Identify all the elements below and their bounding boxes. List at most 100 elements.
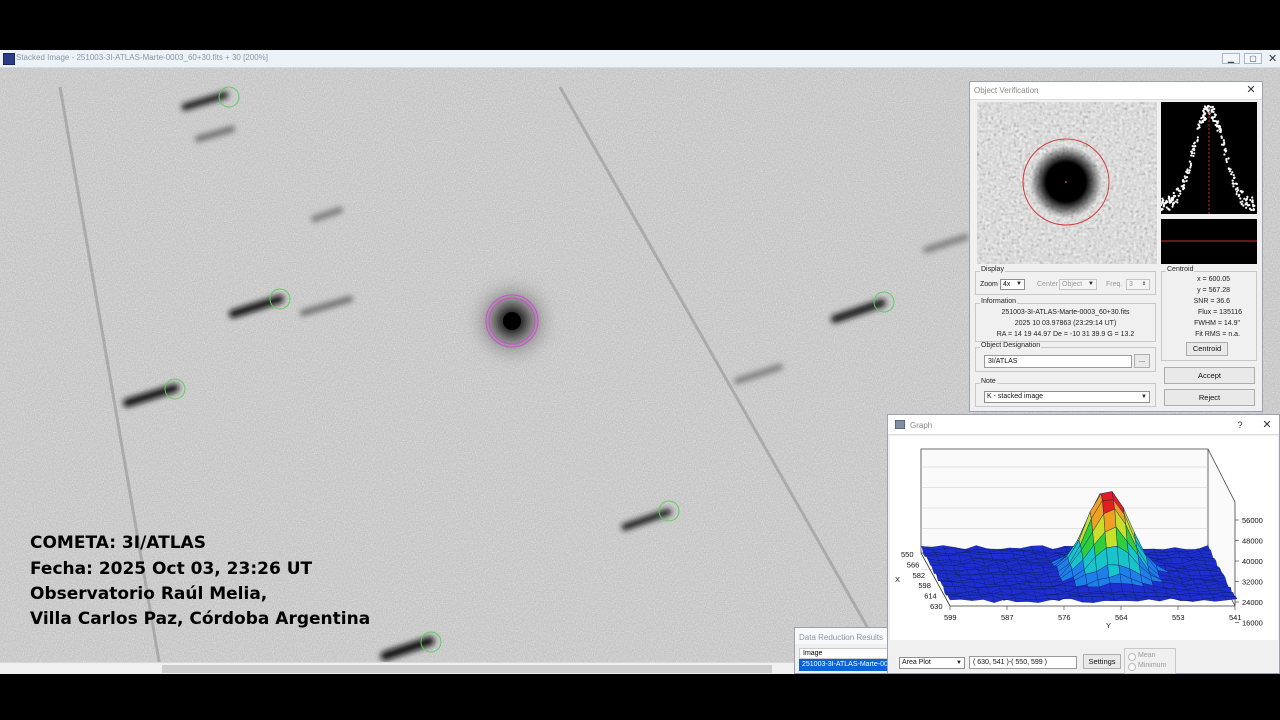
- z-tick-label: 48000: [1242, 537, 1263, 546]
- display-label: Display: [980, 266, 1005, 273]
- x-axis-label: X: [895, 575, 900, 584]
- plot-type-select[interactable]: Area Plot ▼: [899, 657, 965, 669]
- centroid-fwhm: FWHM = 14.9": [1194, 320, 1240, 327]
- close-icon[interactable]: ✕: [1260, 418, 1274, 432]
- center-select[interactable]: Object ▼: [1059, 279, 1097, 290]
- overlay-observatory: Observatorio Raúl Melia,: [30, 584, 268, 604]
- minimum-radio[interactable]: [1128, 663, 1136, 671]
- x-tick-label: 566: [907, 560, 920, 569]
- designation-group: Object Designation 3I/ATLAS ...: [975, 342, 1156, 372]
- z-tick-label: 56000: [1242, 516, 1263, 525]
- graph-titlebar[interactable]: Graph ? ✕: [888, 415, 1279, 435]
- x-tick-label: 582: [913, 571, 926, 580]
- center-label: Center: [1037, 281, 1059, 288]
- centroid-label: Centroid: [1166, 266, 1195, 273]
- information-label: Information: [980, 298, 1018, 305]
- data-reduction-titlebar[interactable]: Data Reduction Results: [795, 628, 893, 644]
- x-tick-label: 630: [930, 602, 943, 611]
- comet-nucleus: [503, 312, 521, 330]
- object-verification-title: Object Verification: [974, 86, 1039, 95]
- overlay-date: Fecha: 2025 Oct 03, 23:26 UT: [30, 559, 313, 579]
- object-verification-dialog: Object Verification ✕ Display Zoom 4x ▼ …: [969, 81, 1263, 412]
- center-value: Object: [1062, 281, 1083, 288]
- object-verification-titlebar[interactable]: Object Verification ✕: [970, 82, 1262, 100]
- data-reduction-title: Data Reduction Results: [799, 633, 884, 642]
- chevron-down-icon: ▼: [1141, 394, 1147, 400]
- close-icon[interactable]: ✕: [1244, 83, 1258, 97]
- graph-window: Graph ? ✕ 56000 48000 40000 32000 24000 16000…: [887, 414, 1280, 674]
- app-icon: [3, 53, 15, 65]
- centroid-snr: SNR = 36.6: [1193, 298, 1230, 305]
- y-tick-label: 541: [1229, 613, 1242, 622]
- range-field[interactable]: ( 630, 541 )-( 550, 599 ): [969, 656, 1077, 669]
- main-titlebar[interactable]: Stacked Image - 251003-3I-ATLAS-Marte-00…: [0, 50, 1280, 68]
- y-tick-label: 587: [1001, 613, 1014, 622]
- designation-browse-button[interactable]: ...: [1134, 354, 1150, 368]
- y-tick-label: 576: [1058, 613, 1071, 622]
- info-coordinates: RA = 14 19 44.97 De = -10 31 39.9 G = 13…: [996, 331, 1135, 338]
- minimum-label: Minimum: [1138, 662, 1167, 669]
- spinner-arrows-icon: ⇕: [1141, 281, 1147, 287]
- profile-plot: [1161, 102, 1257, 214]
- z-tick-label: 24000: [1242, 598, 1263, 607]
- z-tick-label: 16000: [1242, 619, 1263, 628]
- y-tick-label: 553: [1172, 613, 1185, 622]
- z-tick-label: 32000: [1242, 578, 1263, 587]
- designation-input[interactable]: 3I/ATLAS: [984, 355, 1132, 368]
- result-row-selected[interactable]: 251003-3I-ATLAS-Marte-0003_60+30.fits: [799, 659, 893, 671]
- centroid-button[interactable]: Centroid: [1186, 342, 1228, 356]
- y-tick-label: 564: [1115, 613, 1128, 622]
- x-tick-label: 550: [901, 550, 914, 559]
- overlay-comet-name: COMETA: 3I/ATLAS: [30, 533, 206, 553]
- note-label: Note: [980, 378, 997, 385]
- object-thumbnail: [977, 102, 1157, 264]
- chevron-down-icon: ▼: [1016, 281, 1022, 287]
- note-group: Note K - stacked image ▼: [975, 378, 1156, 407]
- overlay-location: Villa Carlos Paz, Córdoba Argentina: [30, 609, 371, 629]
- x-tick-label: 598: [918, 581, 931, 590]
- info-filename: 251003-3I-ATLAS-Marte-0003_60+30.fits: [1001, 309, 1130, 316]
- reject-button[interactable]: Reject: [1164, 389, 1255, 406]
- aggregate-group: Mean Minimum: [1124, 648, 1176, 674]
- info-datetime: 2025 10 03.97863 (23:29:14 UT): [1014, 320, 1117, 327]
- centroid-fit-rms: Fit RMS = n.a.: [1195, 331, 1240, 338]
- zoom-label: Zoom: [980, 281, 998, 288]
- centroid-flux: Flux = 135116: [1197, 309, 1242, 316]
- zoom-select[interactable]: 4x ▼: [1000, 279, 1025, 290]
- freq-spinner[interactable]: 3 ⇕: [1126, 279, 1150, 290]
- graph-title: Graph: [910, 421, 933, 430]
- chevron-down-icon: ▼: [1088, 281, 1094, 287]
- freq-label: Freq.: [1106, 281, 1123, 288]
- residual-plot: [1161, 219, 1257, 264]
- minimize-button[interactable]: ▁: [1222, 53, 1240, 64]
- graph-window-icon: [895, 420, 905, 429]
- mean-label: Mean: [1138, 652, 1156, 659]
- designation-label: Object Designation: [980, 342, 1042, 349]
- information-group: Information 251003-3I-ATLAS-Marte-0003_6…: [975, 298, 1156, 342]
- column-header-image[interactable]: Image: [799, 648, 893, 659]
- plot-type-value: Area Plot: [902, 659, 931, 666]
- note-value: K - stacked image: [987, 393, 1044, 400]
- display-group: Display Zoom 4x ▼ Center Object ▼ Freq. 3 ⇕: [975, 266, 1156, 295]
- centroid-x: x = 600.05: [1197, 276, 1230, 283]
- chevron-down-icon: ▼: [956, 660, 962, 666]
- area-plot[interactable]: 56000 48000 40000 32000 24000 16000 550566 582…: [890, 436, 1278, 640]
- zoom-value: 4x: [1003, 281, 1011, 288]
- centroid-y: y = 567.28: [1197, 287, 1230, 294]
- freq-value: 3: [1129, 281, 1133, 288]
- close-icon[interactable]: ✕: [1268, 52, 1277, 65]
- accept-button[interactable]: Accept: [1164, 367, 1255, 384]
- mean-radio[interactable]: [1128, 653, 1136, 661]
- centroid-group: Centroid x = 600.05 y = 567.28 SNR = 36.…: [1161, 266, 1257, 361]
- horizontal-scrollbar[interactable]: [0, 662, 890, 674]
- data-reduction-window: Data Reduction Results Image 251003-3I-A…: [794, 627, 894, 674]
- scrollbar-thumb[interactable]: [162, 665, 772, 673]
- y-tick-label: 599: [944, 613, 957, 622]
- z-tick-label: 40000: [1242, 557, 1263, 566]
- help-button[interactable]: ?: [1233, 418, 1247, 432]
- main-window-title: Stacked Image - 251003-3I-ATLAS-Marte-00…: [16, 53, 268, 62]
- maximize-button[interactable]: ▢: [1244, 53, 1262, 64]
- y-axis-label: Y: [1106, 621, 1111, 630]
- settings-button[interactable]: Settings: [1083, 654, 1121, 669]
- note-select[interactable]: K - stacked image ▼: [984, 391, 1150, 403]
